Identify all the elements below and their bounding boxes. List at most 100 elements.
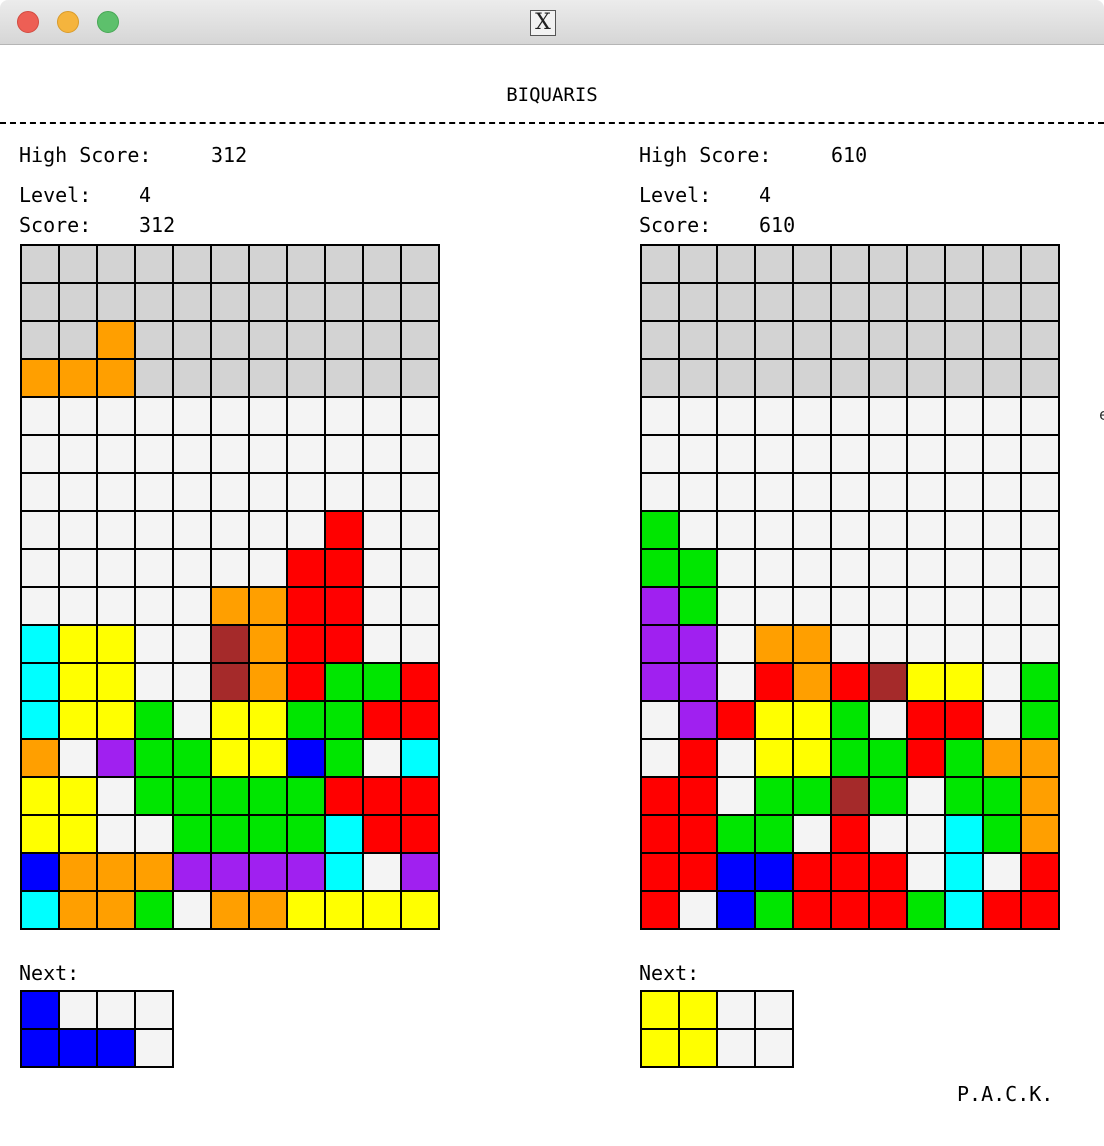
board-cell-empty — [794, 322, 830, 358]
zoom-window-button[interactable] — [97, 11, 119, 33]
board-cell-filled — [794, 626, 830, 662]
board-cell-empty — [794, 816, 830, 852]
board-cell-empty — [250, 398, 286, 434]
board-cell-filled — [756, 854, 792, 890]
board-cell-empty — [22, 550, 58, 586]
board-cell-empty — [756, 322, 792, 358]
board-cell-empty — [718, 474, 754, 510]
board-cell-empty — [870, 322, 906, 358]
board-cell-empty — [984, 664, 1020, 700]
board-cell-empty — [364, 854, 400, 890]
p2-score-label: Score: — [639, 213, 712, 237]
board-cell-filled — [402, 664, 438, 700]
board-cell-filled — [756, 626, 792, 662]
board-cell-filled — [22, 740, 58, 776]
board-cell-empty — [364, 550, 400, 586]
minimize-window-button[interactable] — [57, 11, 79, 33]
board-cell-empty — [946, 436, 982, 472]
board-cell-empty — [250, 284, 286, 320]
board-cell-filled — [642, 550, 678, 586]
board-cell-filled — [984, 740, 1020, 776]
board-cell-empty — [364, 398, 400, 434]
board-cell-empty — [22, 512, 58, 548]
p1-level-label: Level: — [19, 183, 92, 207]
board-cell-empty — [794, 284, 830, 320]
board-cell-empty — [1022, 436, 1058, 472]
header-divider — [0, 122, 1104, 124]
board-cell-empty — [250, 550, 286, 586]
p2-high-score-label: High Score: — [639, 143, 772, 167]
board-cell-filled — [756, 740, 792, 776]
board-cell-filled — [402, 854, 438, 890]
board-cell-empty — [870, 550, 906, 586]
board-cell-filled — [756, 702, 792, 738]
board-cell-empty — [870, 702, 906, 738]
board-cell-empty — [402, 474, 438, 510]
board-cell-empty — [364, 246, 400, 282]
board-cell-empty — [870, 360, 906, 396]
board-cell-filled — [288, 816, 324, 852]
p1-game-board — [20, 244, 440, 930]
board-cell-empty — [1022, 512, 1058, 548]
board-cell-filled — [794, 778, 830, 814]
p1-high-score-value: 312 — [211, 143, 248, 167]
board-cell-filled — [98, 360, 134, 396]
board-cell-empty — [946, 512, 982, 548]
board-cell-empty — [680, 398, 716, 434]
board-cell-empty — [946, 398, 982, 434]
board-cell-filled — [22, 778, 58, 814]
board-cell-filled — [136, 854, 172, 890]
board-cell-empty — [174, 626, 210, 662]
board-cell-empty — [680, 512, 716, 548]
board-cell-filled — [984, 778, 1020, 814]
board-cell-empty — [794, 246, 830, 282]
board-cell-filled — [22, 664, 58, 700]
window-titlebar[interactable]: X — [0, 0, 1104, 45]
next-cell-empty — [98, 992, 134, 1028]
board-cell-filled — [832, 702, 868, 738]
board-cell-empty — [642, 398, 678, 434]
board-cell-empty — [1022, 246, 1058, 282]
board-cell-filled — [326, 892, 362, 928]
board-cell-empty — [1022, 626, 1058, 662]
board-cell-empty — [984, 702, 1020, 738]
board-cell-filled — [1022, 854, 1058, 890]
board-cell-empty — [136, 436, 172, 472]
board-cell-empty — [174, 512, 210, 548]
board-cell-filled — [98, 892, 134, 928]
board-cell-empty — [60, 398, 96, 434]
board-cell-empty — [364, 740, 400, 776]
board-cell-empty — [288, 436, 324, 472]
board-cell-empty — [832, 322, 868, 358]
board-cell-filled — [680, 778, 716, 814]
board-cell-empty — [60, 550, 96, 586]
board-cell-empty — [174, 436, 210, 472]
board-cell-filled — [680, 854, 716, 890]
board-cell-empty — [984, 284, 1020, 320]
board-cell-empty — [756, 550, 792, 586]
board-cell-filled — [832, 854, 868, 890]
next-cell-filled — [680, 1030, 716, 1066]
board-cell-empty — [718, 512, 754, 548]
board-cell-empty — [98, 512, 134, 548]
board-cell-empty — [98, 778, 134, 814]
close-window-button[interactable] — [17, 11, 39, 33]
board-cell-empty — [136, 246, 172, 282]
board-cell-filled — [98, 740, 134, 776]
next-cell-filled — [642, 1030, 678, 1066]
board-cell-empty — [326, 246, 362, 282]
board-cell-filled — [364, 892, 400, 928]
board-cell-empty — [288, 284, 324, 320]
board-cell-empty — [22, 322, 58, 358]
board-cell-empty — [212, 398, 248, 434]
board-cell-empty — [212, 246, 248, 282]
next-cell-filled — [60, 1030, 96, 1066]
board-cell-empty — [794, 474, 830, 510]
board-cell-filled — [984, 892, 1020, 928]
board-cell-filled — [946, 778, 982, 814]
board-cell-filled — [832, 892, 868, 928]
board-cell-empty — [402, 360, 438, 396]
board-cell-empty — [136, 474, 172, 510]
board-cell-empty — [642, 322, 678, 358]
board-cell-filled — [60, 854, 96, 890]
